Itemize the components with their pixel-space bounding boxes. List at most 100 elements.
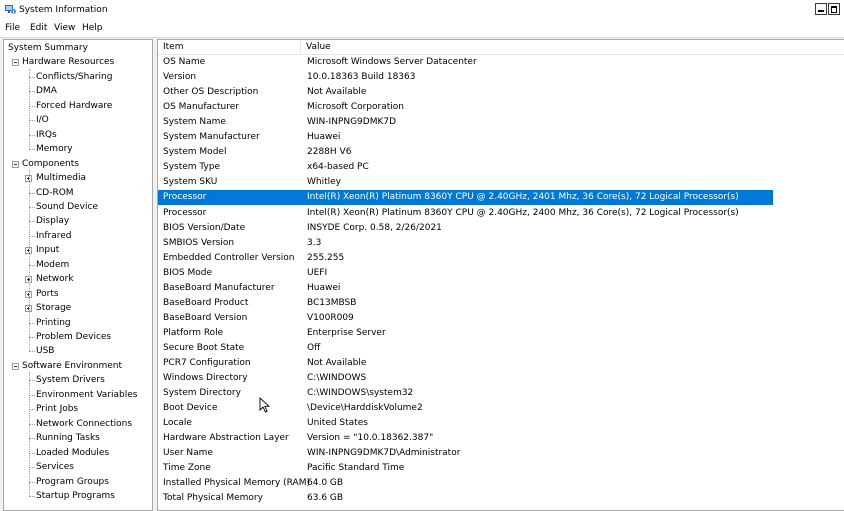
tree-item[interactable]: Printing xyxy=(36,317,71,329)
row-value: Version = "10.0.18362.387" xyxy=(307,433,434,444)
list-row[interactable]: PCR7 Configuration Not Available xyxy=(158,356,773,371)
list-row[interactable]: Boot Device \Device\HarddiskVolume2 xyxy=(158,401,773,416)
tree-item[interactable]: Hardware Resources xyxy=(22,56,114,68)
list-row[interactable]: BaseBoard Product BC13MBSB xyxy=(158,296,773,311)
row-value: WIN-INPNG9DMK7D xyxy=(307,117,397,128)
list-row-selected[interactable]: Processor Intel(R) Xeon(R) Platinum 8360Y… xyxy=(158,190,773,206)
row-value: Whitley xyxy=(307,177,341,188)
list-row[interactable]: Embedded Controller Version 255.255 xyxy=(158,251,773,266)
list-row[interactable]: BaseBoard Manufacturer Huawei xyxy=(158,281,773,296)
tree-item[interactable]: Network Connections xyxy=(36,418,132,430)
tree-item[interactable]: Forced Hardware xyxy=(36,100,112,112)
list-row[interactable]: OS Name Microsoft Windows Server Datacent… xyxy=(158,55,773,70)
tree-item[interactable]: Running Tasks xyxy=(36,432,100,444)
tree-item[interactable]: Components xyxy=(22,158,79,170)
list-row[interactable]: Installed Physical Memory (RAM) 64.0 GB xyxy=(158,476,773,491)
menu-help[interactable]: Help xyxy=(82,23,103,33)
list-row[interactable]: Platform Role Enterprise Server xyxy=(158,326,773,341)
tree-item[interactable]: Infrared xyxy=(36,230,72,242)
row-value: WIN-INPNG9DMK7D\Administrator xyxy=(307,448,461,459)
list-row[interactable]: System Directory C:\WINDOWS\system32 xyxy=(158,386,773,401)
list-row[interactable]: Windows Directory C:\WINDOWS xyxy=(158,371,773,386)
list-row[interactable]: BaseBoard Version V100R009 xyxy=(158,311,773,326)
tree-item[interactable]: Conflicts/Sharing xyxy=(36,71,112,83)
row-item: System Name xyxy=(163,117,226,128)
tree-item[interactable]: Startup Programs xyxy=(36,490,115,502)
row-item: BaseBoard Version xyxy=(163,312,248,323)
tree-item[interactable]: Network xyxy=(36,273,74,285)
row-item: Locale xyxy=(163,418,192,429)
row-item: System Directory xyxy=(163,388,241,399)
collapse-icon[interactable] xyxy=(12,59,19,67)
list-row[interactable]: System Name WIN-INPNG9DMK7D xyxy=(158,115,773,130)
list-row[interactable]: OS Manufacturer Microsoft Corporation xyxy=(158,100,773,115)
list-row[interactable]: BIOS Mode UEFI xyxy=(158,266,773,281)
category-tree[interactable]: System Summary Hardware Resources Conflict… xyxy=(3,39,153,511)
list-row[interactable]: Total Physical Memory 63.6 GB xyxy=(158,491,773,506)
list-row[interactable]: System Type x64-based PC xyxy=(158,160,773,175)
row-value: Microsoft Windows Server Datacenter xyxy=(307,57,477,67)
maximize-button[interactable] xyxy=(828,3,840,15)
tree-item[interactable]: Print Jobs xyxy=(36,403,78,415)
row-value: Huawei xyxy=(307,282,341,293)
list-row[interactable]: BIOS Version/Date INSYDE Corp. 0.58, 2/26… xyxy=(158,221,773,236)
tree-item[interactable]: Modem xyxy=(36,259,69,271)
list-row[interactable]: Time Zone Pacific Standard Time xyxy=(158,461,773,476)
row-item: Hardware Abstraction Layer xyxy=(163,433,289,444)
collapse-icon[interactable] xyxy=(12,362,19,370)
row-item: Other OS Description xyxy=(163,87,259,98)
row-value: C:\WINDOWS\system32 xyxy=(307,388,414,399)
tree-item[interactable]: CD-ROM xyxy=(36,187,74,199)
tree-item[interactable]: Memory xyxy=(36,143,73,155)
column-header-item[interactable]: Item xyxy=(158,40,301,55)
list-row[interactable]: Version 10.0.18363 Build 18363 xyxy=(158,70,773,85)
collapse-icon[interactable] xyxy=(12,160,19,168)
menu-file[interactable]: File xyxy=(5,23,20,33)
list-row[interactable]: SMBIOS Version 3.3 xyxy=(158,236,773,251)
tree-item[interactable]: Program Groups xyxy=(36,476,109,488)
list-row[interactable]: System SKU Whitley xyxy=(158,175,773,190)
tree-item[interactable]: Software Environment xyxy=(22,360,122,372)
list-row[interactable]: System Model 2288H V6 xyxy=(158,145,773,160)
tree-item[interactable]: Environment Variables xyxy=(36,389,137,401)
menu-view[interactable]: View xyxy=(54,23,75,33)
tree-item[interactable]: Multimedia xyxy=(36,172,86,184)
list-row[interactable]: Processor Intel(R) Xeon(R) Platinum 8360Y… xyxy=(158,206,773,221)
details-list[interactable]: Item Value OS Name Microsoft Windows Serv… xyxy=(157,39,844,511)
list-row[interactable]: User Name WIN-INPNG9DMK7D\Administrator xyxy=(158,446,773,461)
list-row[interactable]: Hardware Abstraction Layer Version = "10.… xyxy=(158,431,773,446)
row-item: SMBIOS Version xyxy=(163,237,235,248)
row-item: PCR7 Configuration xyxy=(163,358,251,368)
tree-item[interactable]: USB xyxy=(36,345,54,357)
row-value: x64-based PC xyxy=(307,162,369,173)
row-item: Installed Physical Memory (RAM) xyxy=(163,478,310,489)
window-title: System Information xyxy=(19,5,108,15)
tree-item[interactable]: System Drivers xyxy=(36,374,105,386)
list-row[interactable]: System Manufacturer Huawei xyxy=(158,130,773,145)
tree-item[interactable]: IRQs xyxy=(36,129,57,141)
row-value: 63.6 GB xyxy=(307,493,344,504)
column-header-value[interactable]: Value xyxy=(301,40,844,55)
list-row[interactable]: Other OS Description Not Available xyxy=(158,85,773,100)
tree-item[interactable]: DMA xyxy=(36,85,57,97)
tree-item[interactable]: Display xyxy=(36,215,69,227)
row-item: OS Name xyxy=(163,57,206,67)
row-item: Platform Role xyxy=(163,327,224,338)
tree-item[interactable]: Problem Devices xyxy=(36,331,111,343)
tree-item[interactable]: Input xyxy=(36,244,59,256)
tree-item[interactable]: Sound Device xyxy=(36,201,98,213)
tree-item[interactable]: Storage xyxy=(36,302,71,314)
row-item: Processor xyxy=(163,192,207,203)
tree-item[interactable]: I/O xyxy=(36,114,49,126)
tree-item[interactable]: Loaded Modules xyxy=(36,447,109,459)
tree-item[interactable]: System Summary xyxy=(8,42,88,54)
tree-item[interactable]: Ports xyxy=(36,288,59,300)
list-row[interactable]: Locale United States xyxy=(158,416,773,431)
list-row[interactable]: Secure Boot State Off xyxy=(158,341,773,356)
tree-item[interactable]: Services xyxy=(36,461,74,473)
menu-edit[interactable]: Edit xyxy=(30,23,47,33)
minimize-button[interactable] xyxy=(815,3,827,15)
row-value: 10.0.18363 Build 18363 xyxy=(307,72,416,83)
row-item: System SKU xyxy=(163,177,218,188)
row-value: \Device\HarddiskVolume2 xyxy=(307,403,423,414)
